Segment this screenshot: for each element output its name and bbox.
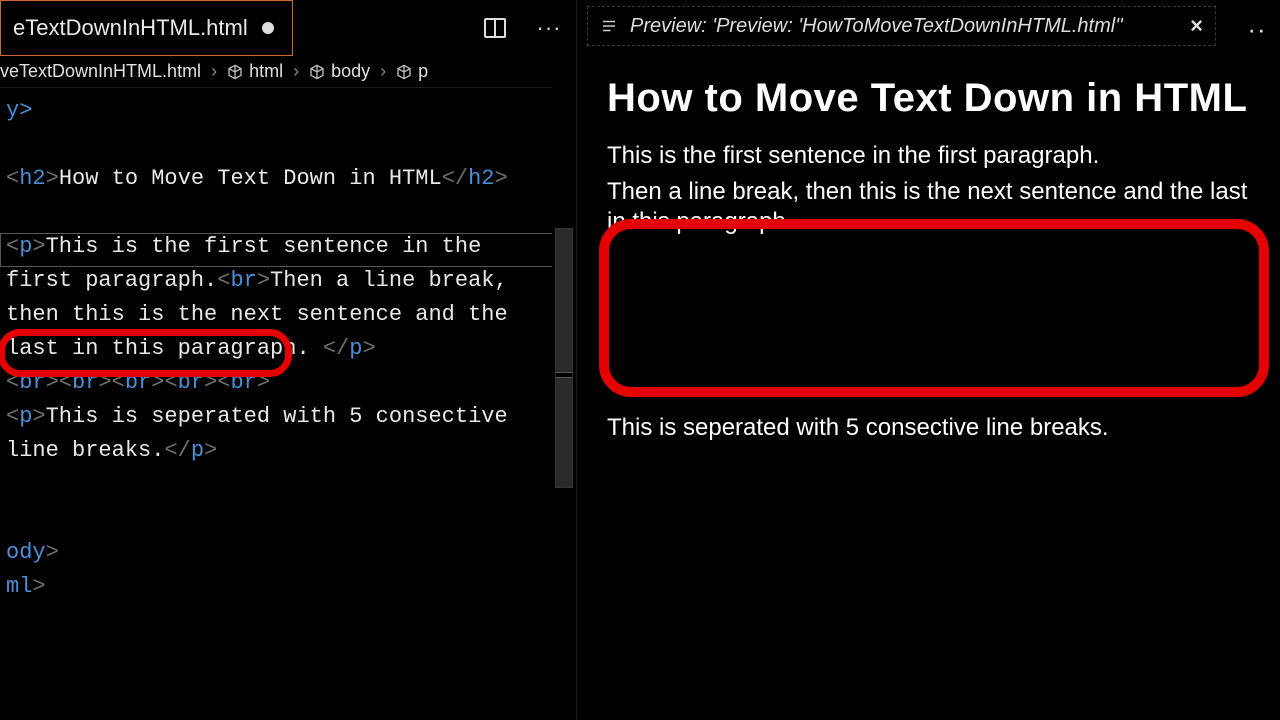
code-token: br — [230, 268, 256, 293]
code-token: > — [257, 268, 270, 293]
tab-filename: eTextDownInHTML.html — [13, 15, 248, 41]
preview-heading: How to Move Text Down in HTML — [607, 76, 1252, 121]
document-icon — [600, 17, 618, 35]
code-token: > — [32, 234, 45, 259]
split-editor-icon[interactable] — [480, 13, 510, 43]
code-token: p — [191, 438, 204, 463]
more-actions-icon[interactable]: ·· — [1242, 14, 1272, 44]
code-token: > — [362, 336, 375, 361]
preview-paragraph-2: This is seperated with 5 consective line… — [607, 413, 1252, 443]
code-editor[interactable]: y> <h2>How to Move Text Down in HTML</h2… — [0, 88, 576, 720]
code-token: last in this paragraph. — [6, 336, 323, 361]
code-token: ody — [6, 540, 46, 565]
chevron-right-icon: › — [289, 61, 303, 82]
element-icon — [396, 64, 412, 80]
code-token: p — [19, 404, 32, 429]
preview-paragraph-1b: Then a line break, then this is the next… — [607, 177, 1252, 237]
code-token: > — [46, 540, 59, 565]
code-token: > — [204, 438, 217, 463]
code-token: ml — [6, 574, 32, 599]
minimap-indicator — [556, 372, 572, 378]
code-token: > — [46, 166, 59, 191]
code-token: h2 — [468, 166, 494, 191]
code-token: < — [217, 268, 230, 293]
chevron-right-icon: › — [376, 61, 390, 82]
element-icon — [227, 64, 243, 80]
scrollbar-thumb[interactable] — [555, 228, 573, 488]
preview-tab[interactable]: Preview: 'Preview: 'HowToMoveTextDownInH… — [587, 6, 1216, 46]
code-token: first paragraph. — [6, 268, 217, 293]
breadcrumb-file[interactable]: veTextDownInHTML.html — [0, 61, 201, 82]
code-token: p — [349, 336, 362, 361]
code-token: < — [6, 234, 19, 259]
code-token: y> — [6, 98, 32, 123]
code-token: </ — [323, 336, 349, 361]
breadcrumb-body[interactable]: body — [309, 61, 370, 82]
chevron-right-icon: › — [207, 61, 221, 82]
code-token: </ — [164, 438, 190, 463]
preview-blank-gap — [607, 243, 1252, 413]
breadcrumb-p[interactable]: p — [396, 61, 428, 82]
editor-scrollbar[interactable] — [552, 86, 576, 720]
code-token: h2 — [19, 166, 45, 191]
preview-paragraph-1a: This is the first sentence in the first … — [607, 141, 1252, 171]
code-token: < — [6, 404, 19, 429]
more-actions-icon[interactable]: ··· — [534, 13, 564, 43]
code-token: </ — [442, 166, 468, 191]
code-token: > — [32, 404, 45, 429]
code-token: then this is the next sentence and the — [6, 302, 521, 327]
code-token: p — [19, 234, 32, 259]
element-icon — [309, 64, 325, 80]
preview-tab-title: Preview: 'Preview: 'HowToMoveTextDownInH… — [630, 15, 1178, 38]
code-token: Then a line break, — [270, 268, 521, 293]
preview-tabs: Preview: 'Preview: 'HowToMoveTextDownInH… — [577, 0, 1280, 56]
breadcrumb-html[interactable]: html — [227, 61, 283, 82]
modified-dot-icon — [262, 22, 274, 34]
code-token: This is seperated with 5 consective — [46, 404, 521, 429]
code-token: How to Move Text Down in HTML — [59, 166, 442, 191]
code-token: line breaks. — [6, 438, 164, 463]
close-icon[interactable]: × — [1190, 13, 1203, 39]
code-token: < — [6, 166, 19, 191]
code-token: > — [495, 166, 508, 191]
breadcrumb: veTextDownInHTML.html › html › body › — [0, 56, 576, 88]
code-token: > — [32, 574, 45, 599]
editor-tabs: eTextDownInHTML.html ··· — [0, 0, 576, 56]
preview-content: How to Move Text Down in HTML This is th… — [577, 56, 1280, 720]
code-token: This is the first sentence in the — [46, 234, 495, 259]
editor-tab-file[interactable]: eTextDownInHTML.html — [0, 0, 293, 56]
